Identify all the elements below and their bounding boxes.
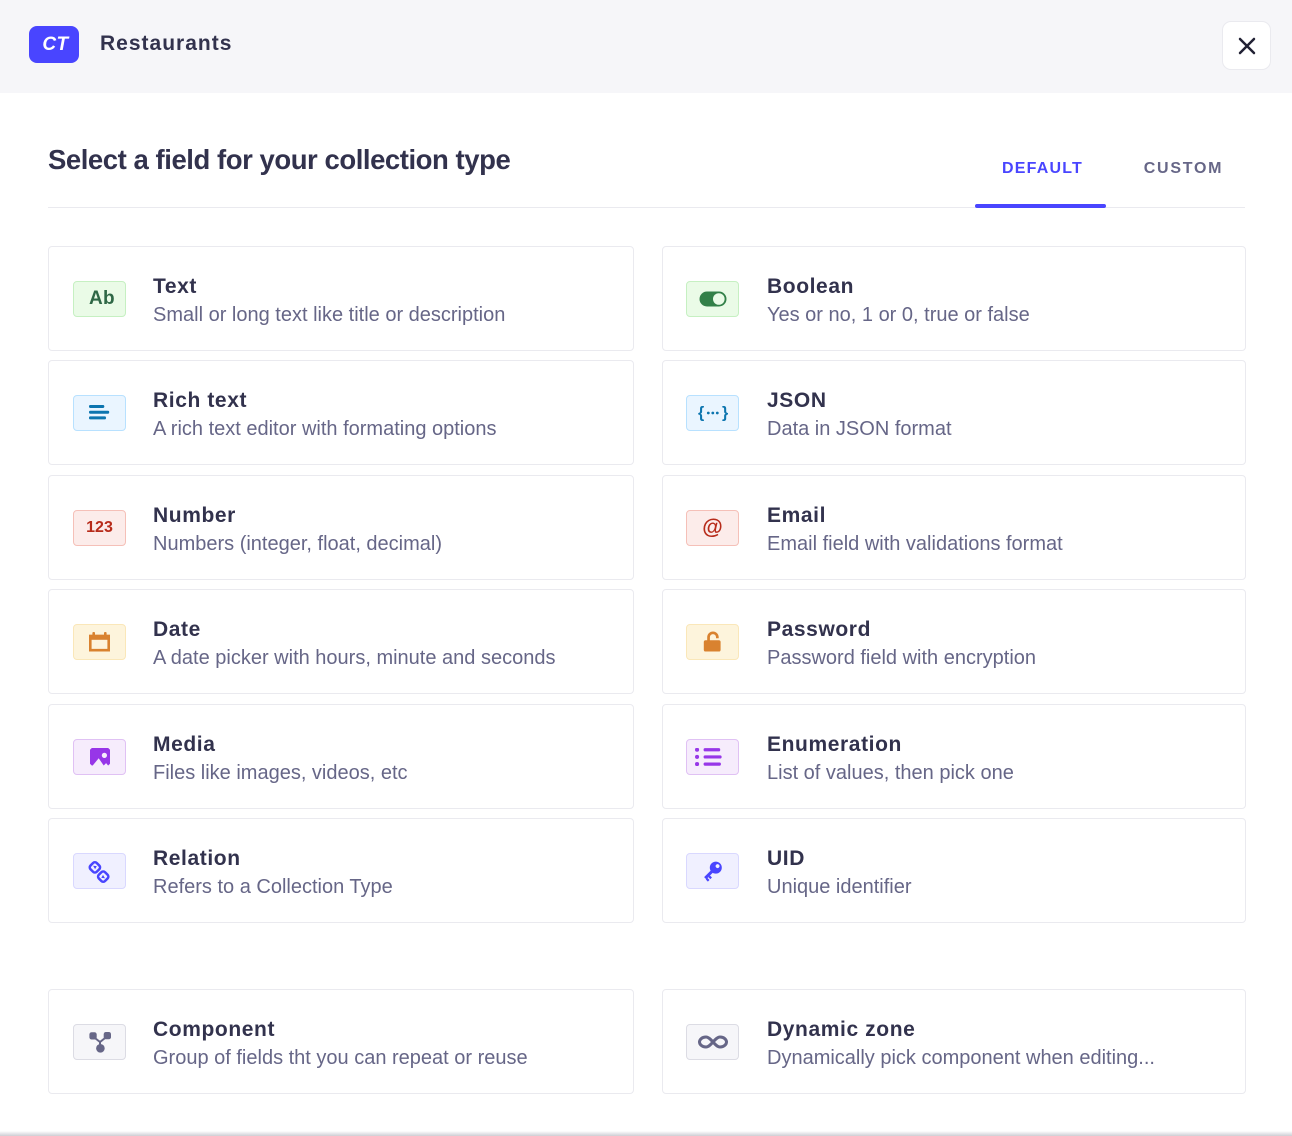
- svg-text:}: }: [722, 404, 728, 421]
- svg-text:{: {: [698, 404, 704, 421]
